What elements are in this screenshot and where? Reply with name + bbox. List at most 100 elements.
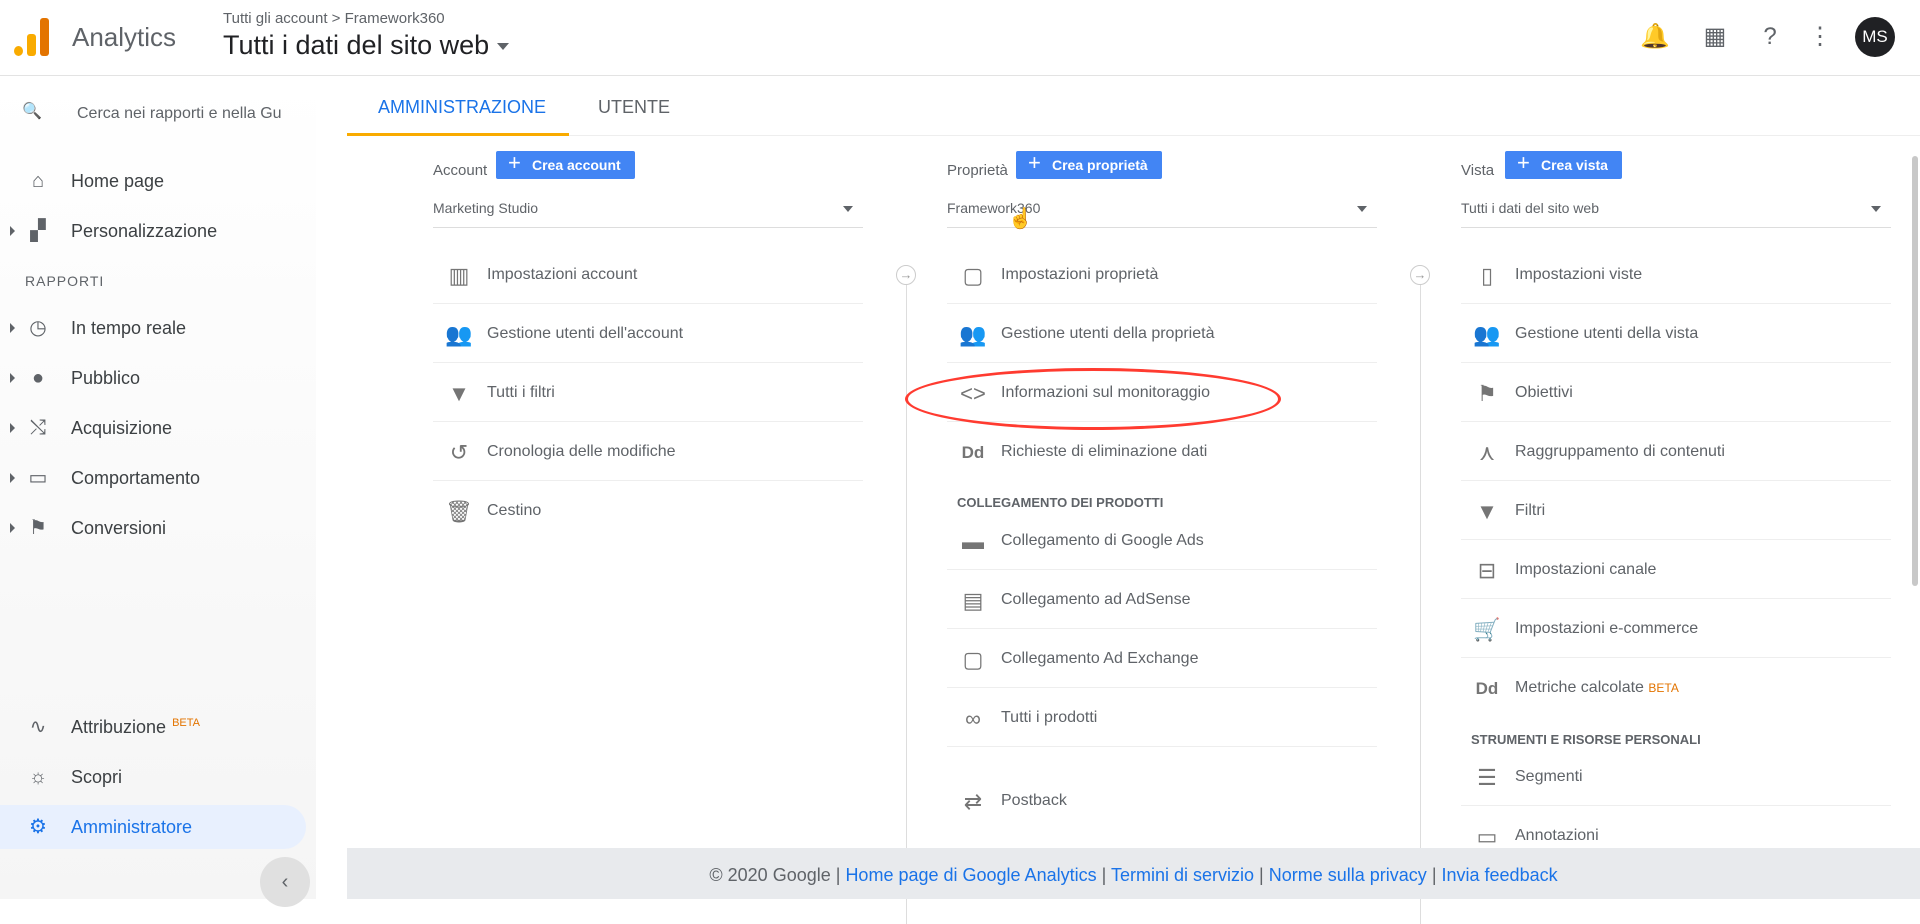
search-icon[interactable]: 🔍: [22, 101, 42, 121]
swap-icon: ⇄: [963, 789, 983, 814]
more-vert-icon[interactable]: ⋮: [1805, 22, 1835, 52]
sidebar-item-home[interactable]: ⌂ Home page: [0, 159, 316, 203]
highlight-circle: [905, 368, 1281, 430]
segments-link[interactable]: ☰ Segmenti: [1461, 748, 1891, 806]
ga-home-link[interactable]: Home page di Google Analytics: [845, 865, 1096, 885]
property-settings-link[interactable]: ▢ Impostazioni proprietà: [947, 246, 1377, 304]
filter-icon: ▼: [1476, 499, 1498, 524]
filter-icon: ▼: [448, 381, 470, 406]
view-user-management-link[interactable]: 👥 Gestione utenti della vista: [1461, 305, 1891, 363]
sidebar-item-behavior[interactable]: ▭ Comportamento: [0, 456, 316, 500]
goals-link[interactable]: ⚑ Obiettivi: [1461, 364, 1891, 422]
hand-cursor-icon: ☝: [1008, 208, 1033, 230]
link-arrow-icon: →: [1410, 265, 1430, 285]
help-icon[interactable]: ?: [1755, 22, 1785, 52]
scrollbar[interactable]: [1912, 156, 1918, 586]
sidebar-item-conversions[interactable]: ⚑ Conversioni: [0, 506, 316, 550]
tab-user[interactable]: UTENTE: [598, 97, 670, 118]
beta-badge: BETA: [1648, 681, 1679, 695]
product-linking-heading: COLLEGAMENTO DEI PRODOTTI: [957, 495, 1164, 510]
chevron-down-icon: [497, 43, 510, 51]
avatar[interactable]: MS: [1855, 17, 1895, 57]
history-icon: ↺: [449, 440, 469, 465]
change-history-link[interactable]: ↺ Cronologia delle modifiche: [433, 423, 863, 481]
create-account-button[interactable]: Crea account: [496, 149, 635, 179]
collapse-sidebar-button[interactable]: ‹: [260, 857, 310, 907]
view-select[interactable]: Tutti i dati del sito web: [1461, 200, 1891, 228]
annotation-icon: ▭: [1476, 824, 1498, 847]
property-selector[interactable]: Tutti i dati del sito web: [223, 30, 510, 61]
notifications-icon[interactable]: 🔔: [1640, 22, 1670, 52]
dashboard-icon: ▞: [30, 220, 46, 242]
google-ads-link[interactable]: ▬ Collegamento di Google Ads: [947, 512, 1377, 570]
terms-link[interactable]: Termini di servizio: [1111, 865, 1254, 885]
channel-settings-link[interactable]: ⊟ Impostazioni canale: [1461, 541, 1891, 599]
sidebar-item-acquisition[interactable]: ⤭ Acquisizione: [0, 406, 316, 450]
search-input[interactable]: Cerca nei rapporti e nella Gu: [77, 105, 282, 123]
gear-icon: ⚙: [29, 816, 47, 838]
trash-link[interactable]: 🗑 Cestino: [433, 482, 863, 540]
app-name: Analytics: [72, 22, 177, 52]
analytics-logo[interactable]: [14, 18, 50, 56]
adsense-link[interactable]: ▤ Collegamento ad AdSense: [947, 571, 1377, 629]
create-property-button[interactable]: Crea proprietà: [1016, 149, 1162, 179]
filters-link[interactable]: ▼ Filtri: [1461, 482, 1891, 540]
feedback-link[interactable]: Invia feedback: [1442, 865, 1558, 885]
sidebar-item-audience[interactable]: ● Pubblico: [0, 356, 316, 400]
expand-arrow-icon: [10, 373, 15, 383]
footer: © 2020 Google | Home page di Google Anal…: [347, 848, 1920, 899]
trash-icon: 🗑: [445, 499, 473, 524]
active-tab-indicator: [347, 133, 569, 136]
beta-badge: BETA: [172, 717, 200, 729]
postback-link[interactable]: ⇄ Postback: [947, 772, 1377, 830]
all-filters-link[interactable]: ▼ Tutti i filtri: [433, 364, 863, 422]
ad-exchange-icon: ▢: [962, 647, 984, 672]
property-label: Proprietà: [947, 162, 1008, 179]
people-icon: 👥: [1473, 322, 1501, 347]
calculated-metrics-link[interactable]: Dd Metriche calcolate BETA: [1461, 659, 1891, 717]
ecommerce-settings-link[interactable]: 🛒 Impostazioni e-commerce: [1461, 600, 1891, 658]
annotations-link[interactable]: ▭ Annotazioni: [1461, 807, 1891, 847]
account-select[interactable]: Marketing Studio: [433, 200, 863, 228]
sidebar-item-realtime[interactable]: ◷ In tempo reale: [0, 306, 316, 350]
chevron-down-icon: [843, 206, 853, 212]
people-icon: 👥: [445, 322, 473, 347]
property-user-management-link[interactable]: 👥 Gestione utenti della proprietà: [947, 305, 1377, 363]
sidebar-item-admin[interactable]: ⚙ Amministratore: [0, 805, 306, 849]
breadcrumb[interactable]: Tutti gli account > Framework360: [223, 10, 445, 27]
all-products-link[interactable]: ∞ Tutti i prodotti: [947, 689, 1377, 747]
account-label: Account: [433, 162, 488, 179]
content-grouping-link[interactable]: ⋏ Raggruppamento di contenuti: [1461, 423, 1891, 481]
channel-icon: ⊟: [1477, 558, 1497, 583]
property-column: Proprietà Crea proprietà Framework360 ▢I…: [947, 149, 1377, 842]
account-settings-link[interactable]: ▥ Impostazioni account: [433, 246, 863, 304]
create-view-button[interactable]: Crea vista: [1505, 149, 1622, 179]
expand-arrow-icon: [10, 323, 15, 333]
expand-arrow-icon: [10, 473, 15, 483]
dd-icon: Dd: [961, 443, 985, 462]
view-column: Vista Crea vista Tutti i dati del sito w…: [1461, 149, 1891, 847]
ad-exchange-link[interactable]: ▢ Collegamento Ad Exchange: [947, 630, 1377, 688]
personal-tools-heading: STRUMENTI E RISORSE PERSONALI: [1471, 732, 1701, 747]
flag-icon: ⚑: [1477, 381, 1497, 406]
flag-icon: ⚑: [29, 517, 47, 539]
clock-icon: ◷: [29, 317, 47, 339]
tab-admin[interactable]: AMMINISTRAZIONE: [378, 97, 546, 118]
sidebar-item-attribution[interactable]: ∿ Attribuzione BETA: [0, 705, 316, 749]
top-bar: Analytics Tutti gli account > Framework3…: [0, 0, 1920, 76]
view-settings-link[interactable]: ▯ Impostazioni viste: [1461, 246, 1891, 304]
account-user-management-link[interactable]: 👥 Gestione utenti dell'account: [433, 305, 863, 363]
apps-grid-icon[interactable]: ▦: [1700, 22, 1730, 52]
admin-panel: AMMINISTRAZIONE UTENTE Account Crea acco…: [347, 77, 1920, 924]
link-arrow-icon: →: [896, 265, 916, 285]
chevron-down-icon: [1871, 206, 1881, 212]
person-icon: ●: [31, 367, 45, 389]
home-icon: ⌂: [31, 170, 45, 192]
lightbulb-icon: ☼: [28, 766, 48, 788]
data-deletion-link[interactable]: Dd Richieste di eliminazione dati: [947, 423, 1377, 481]
privacy-link[interactable]: Norme sulla privacy: [1269, 865, 1427, 885]
sidebar-item-customization[interactable]: ▞ Personalizzazione: [0, 209, 316, 253]
window-icon: ▢: [962, 263, 984, 288]
ads-icon: ▬: [962, 529, 984, 554]
sidebar-item-discover[interactable]: ☼ Scopri: [0, 755, 316, 799]
